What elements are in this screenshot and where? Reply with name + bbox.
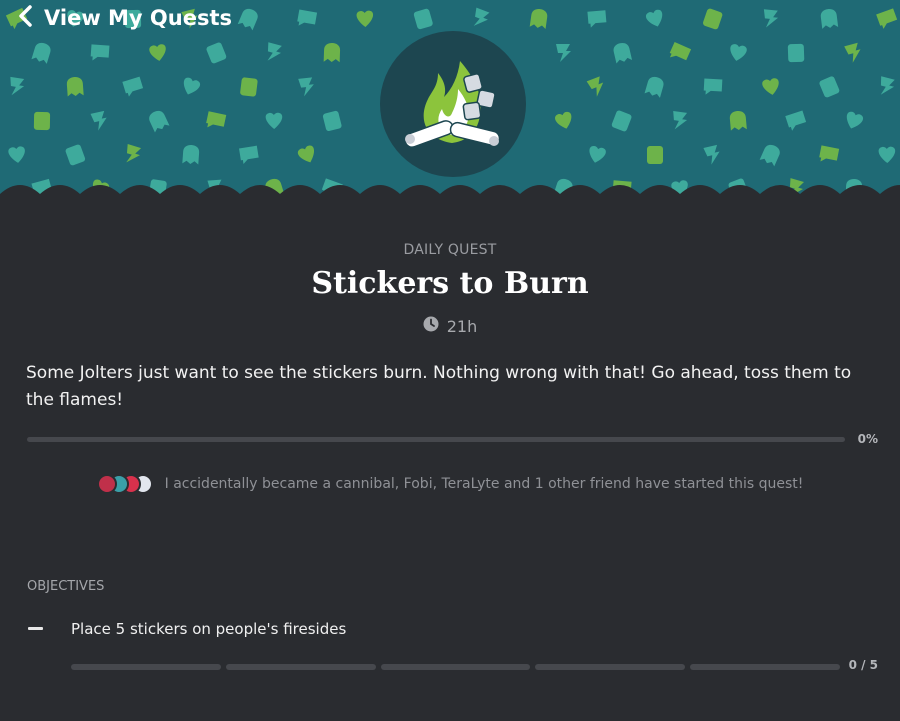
pattern-glyph xyxy=(613,42,633,64)
pattern-glyph xyxy=(611,110,632,132)
pattern-glyph xyxy=(206,111,227,128)
pattern-glyph xyxy=(702,8,723,30)
pattern-glyph xyxy=(673,110,688,130)
pattern-glyph xyxy=(265,112,283,129)
objectives-heading: OBJECTIVES xyxy=(27,579,105,594)
scallop-path xyxy=(0,185,900,216)
pattern-glyph xyxy=(844,42,861,63)
quest-progress-bar xyxy=(27,437,845,442)
pattern-glyph xyxy=(589,146,606,163)
objective-dash-icon xyxy=(28,627,43,630)
pattern-glyph xyxy=(10,76,25,96)
pattern-glyph xyxy=(413,8,433,30)
quest-kicker: DAILY QUEST xyxy=(403,242,497,258)
pattern-glyph xyxy=(297,145,315,163)
pattern-glyph xyxy=(876,8,898,29)
back-button[interactable]: View My Quests xyxy=(18,4,232,32)
objective-segment xyxy=(535,664,686,670)
pattern-glyph xyxy=(8,146,25,163)
objective-segment xyxy=(71,664,221,670)
pattern-glyph xyxy=(33,111,51,131)
pattern-glyph xyxy=(846,111,864,129)
pattern-glyph xyxy=(529,8,548,30)
pattern-glyph xyxy=(182,145,200,165)
pattern-glyph xyxy=(126,144,142,163)
pattern-glyph xyxy=(240,77,258,97)
pattern-glyph xyxy=(644,76,664,98)
pattern-glyph xyxy=(66,77,84,97)
pattern-glyph xyxy=(820,8,839,29)
pattern-glyph xyxy=(298,77,314,97)
pattern-glyph xyxy=(237,8,258,31)
pattern-glyph xyxy=(763,9,779,28)
pattern-glyph xyxy=(556,44,571,62)
objective-segment xyxy=(225,664,376,670)
quest-banner: View My Quests xyxy=(0,0,900,216)
back-label: View My Quests xyxy=(44,6,233,30)
pattern-glyph xyxy=(90,44,110,61)
pattern-glyph xyxy=(183,77,201,95)
banner-scallop-edge xyxy=(0,185,900,216)
pattern-glyph xyxy=(880,76,895,95)
pattern-glyph xyxy=(267,42,282,61)
pattern-glyph xyxy=(787,43,805,63)
pattern-glyph xyxy=(762,78,779,95)
pattern-glyph xyxy=(149,110,170,133)
objective-segment xyxy=(380,664,531,670)
pattern-glyph xyxy=(759,144,780,167)
pattern-glyph xyxy=(473,7,490,26)
pattern-glyph xyxy=(785,110,807,131)
pattern-glyph xyxy=(555,111,572,129)
objective-count: 0 / 5 xyxy=(848,658,878,672)
pattern-glyph xyxy=(647,146,663,164)
quest-description: Some Jolters just want to see the sticke… xyxy=(26,363,852,410)
pattern-glyph xyxy=(239,145,259,164)
pattern-glyph xyxy=(729,110,747,131)
pattern-glyph xyxy=(356,10,374,27)
pattern-glyph xyxy=(703,144,720,165)
objective-label: Place 5 stickers on people's firesides xyxy=(71,620,347,638)
clock-icon xyxy=(423,316,439,336)
pattern-glyph xyxy=(122,76,144,97)
pattern-glyph xyxy=(646,9,663,27)
pattern-glyph xyxy=(323,43,341,63)
campfire-icon xyxy=(404,61,501,148)
friend-avatars xyxy=(96,474,153,494)
friends-progress: I accidentally became a cannibal, Fobi, … xyxy=(0,474,900,494)
pattern-glyph xyxy=(703,78,723,95)
pattern-glyph xyxy=(586,76,604,97)
pattern-glyph xyxy=(587,10,607,28)
pattern-glyph xyxy=(206,42,227,64)
quest-emblem xyxy=(380,31,526,177)
objective-progress-segments xyxy=(71,664,840,670)
pattern-glyph xyxy=(669,41,692,61)
pattern-glyph xyxy=(819,76,840,98)
quest-progress-label: 0% xyxy=(857,432,878,446)
pattern-glyph xyxy=(819,145,840,162)
pattern-glyph xyxy=(149,44,166,61)
friends-text: I accidentally became a cannibal, Fobi, … xyxy=(164,476,804,492)
pattern-glyph xyxy=(297,9,318,26)
pattern-glyph xyxy=(90,110,107,131)
chevron-left-icon xyxy=(18,5,34,31)
pattern-glyph xyxy=(65,144,86,166)
pattern-glyph xyxy=(31,42,51,64)
quest-title: Stickers to Burn xyxy=(311,266,589,301)
friend-avatar[interactable] xyxy=(96,474,117,494)
pattern-glyph xyxy=(878,146,896,163)
quest-timer: 21h xyxy=(0,316,900,336)
pattern-glyph xyxy=(322,110,342,132)
pattern-glyph xyxy=(730,44,747,61)
objective-segment xyxy=(690,664,840,670)
time-remaining: 21h xyxy=(446,316,478,336)
